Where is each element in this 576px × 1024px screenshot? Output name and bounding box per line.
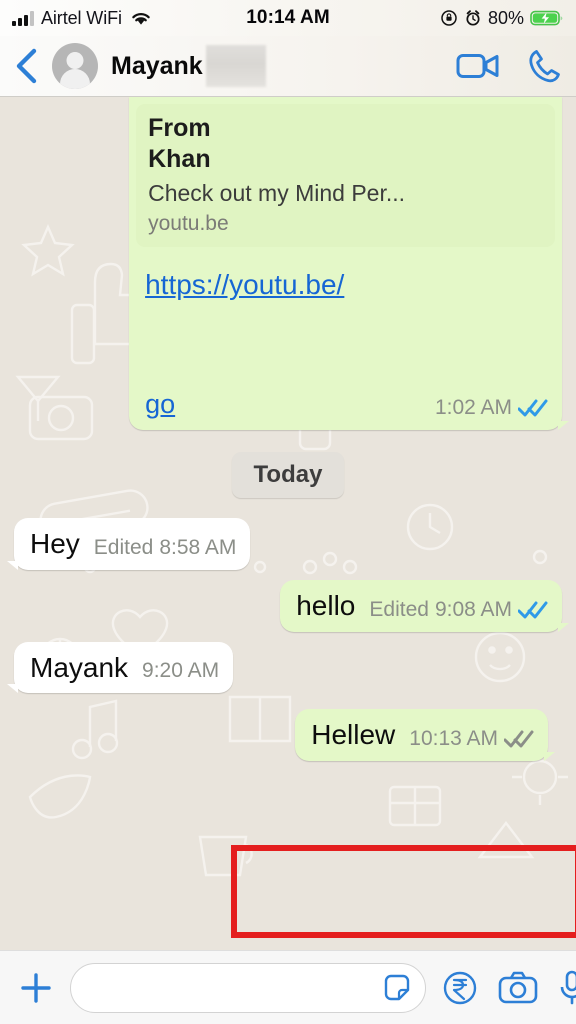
wifi-icon xyxy=(132,13,150,25)
back-button[interactable] xyxy=(10,45,44,87)
message-time: 9:20 AM xyxy=(142,659,220,683)
message-bubble-incoming[interactable]: Mayank 9:20 AM xyxy=(6,641,234,694)
alarm-clock-icon xyxy=(466,10,480,26)
chat-area: From Khan Check out my Mind Per... youtu… xyxy=(0,97,576,950)
message-time: 10:13 AM xyxy=(409,727,498,751)
sticker-icon[interactable] xyxy=(381,972,413,1004)
read-receipt-icon xyxy=(518,399,548,417)
plus-icon xyxy=(21,972,51,1003)
carrier-label: Airtel WiFi xyxy=(41,7,122,28)
message-row: From Khan Check out my Mind Per... youtu… xyxy=(14,97,569,431)
message-input-bar xyxy=(0,950,576,1024)
message-row: Hey Edited 8:58 AM xyxy=(6,518,562,570)
message-meta: 9:20 AM xyxy=(142,659,219,683)
message-text: Hey xyxy=(30,528,80,560)
status-time: 10:14 AM xyxy=(246,7,330,28)
date-divider-row: Today xyxy=(14,452,562,499)
status-bar-left: Airtel WiFi xyxy=(12,8,153,29)
message-input-field[interactable] xyxy=(70,962,426,1013)
avatar[interactable] xyxy=(52,43,98,89)
attach-button[interactable] xyxy=(18,970,54,1006)
link-preview-card[interactable]: From Khan Check out my Mind Per... youtu… xyxy=(136,104,555,248)
message-link[interactable]: https://youtu.be/ xyxy=(145,269,344,301)
avatar-head xyxy=(66,52,84,69)
message-time: 8:58 AM xyxy=(159,535,237,559)
avatar-body xyxy=(60,69,90,89)
message-meta: Edited 8:58 AM xyxy=(94,536,237,560)
voice-call-button[interactable] xyxy=(526,48,562,84)
input-bar-icons xyxy=(442,970,576,1006)
edited-label: Edited xyxy=(369,597,429,621)
redacted-name-block xyxy=(205,45,266,87)
status-bar-right: 80% xyxy=(440,8,564,29)
contact-name[interactable]: Mayank xyxy=(111,52,203,81)
date-divider: Today xyxy=(231,452,345,499)
read-receipt-icon xyxy=(518,601,548,619)
microphone-icon xyxy=(560,970,576,1004)
message-text: Hellew xyxy=(311,719,396,751)
message-row: Hellew 10:13 AM xyxy=(14,709,562,762)
message-text: hello xyxy=(296,589,356,621)
link-preview-domain: youtu.be xyxy=(148,212,229,236)
delivered-receipt-icon xyxy=(504,730,534,748)
message-bubble-outgoing[interactable]: hello Edited 9:08 AM xyxy=(280,579,569,632)
message-bubble-incoming[interactable]: Hey Edited 8:58 AM xyxy=(6,518,251,570)
message-meta: Edited 9:08 AM xyxy=(369,598,548,622)
rotation-lock-icon xyxy=(441,10,457,26)
message-secondary-link[interactable]: go xyxy=(145,389,175,420)
camera-button[interactable] xyxy=(498,971,538,1005)
message-content: hello Edited 9:08 AM xyxy=(280,580,562,632)
message-content: Hey Edited 8:58 AM xyxy=(14,518,250,570)
microphone-button[interactable] xyxy=(558,970,576,1006)
rupee-payment-icon xyxy=(443,971,477,1004)
battery-charging-icon xyxy=(530,10,563,26)
message-input[interactable] xyxy=(89,973,381,1002)
link-preview-description: Check out my Mind Per... xyxy=(148,179,406,206)
message-content: Mayank 9:20 AM xyxy=(14,642,233,694)
link-preview-bubble[interactable]: From Khan Check out my Mind Per... youtu… xyxy=(129,97,569,431)
whatsapp-chat-screen: Airtel WiFi 10:14 AM 80% Mayank From Kha… xyxy=(0,0,576,1024)
message-meta: 10:13 AM xyxy=(409,727,534,751)
header-actions xyxy=(456,48,562,84)
message-list[interactable]: From Khan Check out my Mind Per... youtu… xyxy=(0,97,576,950)
status-bar: Airtel WiFi 10:14 AM 80% xyxy=(0,0,576,36)
signal-bars-icon xyxy=(12,10,34,26)
video-call-button[interactable] xyxy=(456,50,500,82)
battery-percent-label: 80% xyxy=(487,7,524,28)
message-text: Mayank xyxy=(30,651,129,683)
message-row: Mayank 9:20 AM xyxy=(6,641,562,694)
camera-icon xyxy=(498,971,538,1003)
back-chevron-icon xyxy=(16,48,37,84)
voice-call-icon xyxy=(529,50,560,83)
message-time: 9:08 AM xyxy=(434,597,512,621)
message-row: hello Edited 9:08 AM xyxy=(14,579,569,632)
payments-button[interactable] xyxy=(442,970,478,1006)
message-bubble-outgoing-highlighted[interactable]: Hellew 10:13 AM xyxy=(295,709,555,762)
chat-header: Mayank xyxy=(0,36,576,97)
message-meta: 1:02 AM xyxy=(435,396,548,420)
video-call-icon xyxy=(456,54,499,78)
link-preview-title-line2: Khan xyxy=(148,145,211,174)
link-bubble-footer: go 1:02 AM xyxy=(129,301,562,430)
link-preview-title-line1: From xyxy=(148,114,211,142)
message-content: Hellew 10:13 AM xyxy=(295,709,548,761)
message-time: 1:02 AM xyxy=(434,396,512,420)
edited-label: Edited xyxy=(93,535,154,559)
